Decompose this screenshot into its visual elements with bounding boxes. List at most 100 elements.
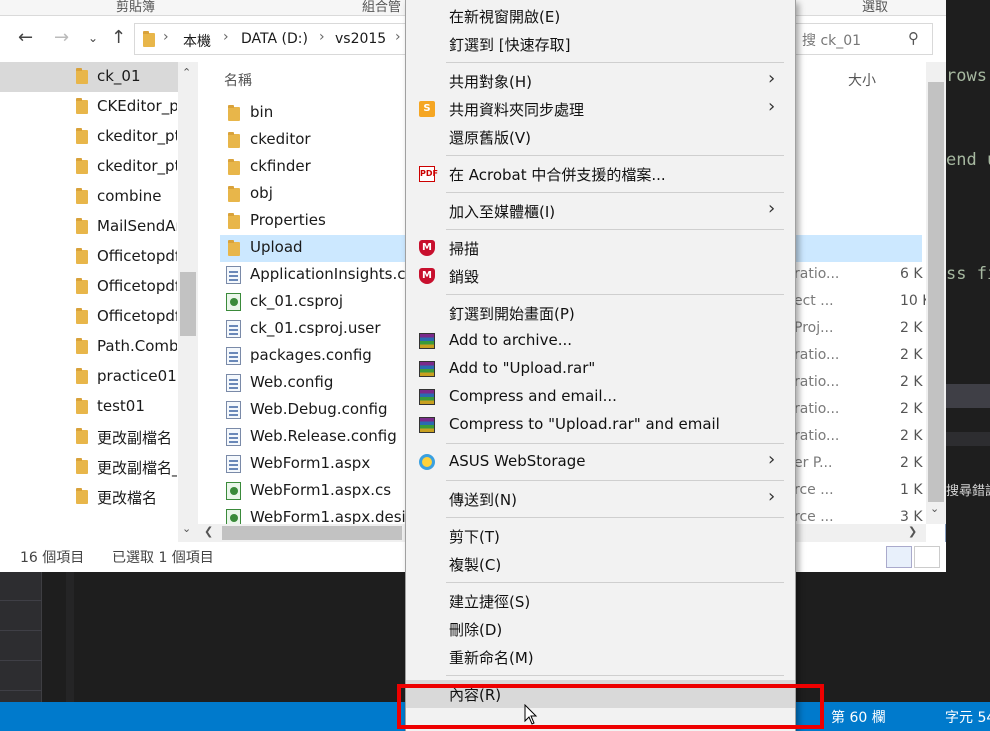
- scrollbar-thumb[interactable]: [180, 272, 196, 336]
- tree-item[interactable]: CKEditor_pt: [0, 92, 178, 122]
- scrollbar-thumb[interactable]: [222, 526, 402, 540]
- chevron-right-icon: ›: [768, 449, 776, 470]
- menu-item[interactable]: M 銷毀: [406, 262, 795, 290]
- search-box[interactable]: 搜 ck_01 ⚲: [795, 23, 933, 55]
- menu-item[interactable]: Add to "Upload.rar": [406, 355, 795, 383]
- file-name: WebForm1.aspx.desig: [250, 508, 406, 524]
- file-type: rce ...: [794, 482, 834, 498]
- menu-item[interactable]: 在新視窗開啟(E): [406, 2, 795, 30]
- ribbon-group-organize[interactable]: 組合管: [362, 0, 401, 15]
- scroll-down-icon[interactable]: ⌄: [930, 502, 939, 515]
- file-size: 1 K: [900, 482, 923, 498]
- folder-icon: [228, 159, 240, 175]
- tree-item[interactable]: 更改副檔名: [0, 422, 178, 452]
- menu-item[interactable]: M 掃描: [406, 234, 795, 262]
- tree-item[interactable]: practice01: [0, 362, 178, 392]
- menu-item-label: 釘選到 [快速存取]: [449, 36, 571, 54]
- file-name: ApplicationInsights.con: [250, 265, 406, 283]
- menu-item[interactable]: 內容(R): [406, 680, 795, 708]
- menu-item[interactable]: 釘選到開始畫面(P): [406, 299, 795, 327]
- sync-folder-icon: S: [419, 101, 435, 117]
- folder-icon: [228, 132, 240, 148]
- tree-item[interactable]: ckeditor_pt: [0, 122, 178, 152]
- tree-item[interactable]: 更改副檔名_: [0, 452, 178, 482]
- forward-arrow-icon[interactable]: →: [54, 28, 69, 48]
- file-type: ratio...: [794, 401, 840, 417]
- csharp-file-icon: [226, 293, 241, 311]
- menu-item[interactable]: 還原舊版(V): [406, 123, 795, 151]
- menu-item[interactable]: S 共用資料夾同步處理 ›: [406, 95, 795, 123]
- menu-item[interactable]: 複製(C): [406, 550, 795, 578]
- config-file-icon: [226, 374, 241, 392]
- menu-item[interactable]: ASUS WebStorage ›: [406, 448, 795, 476]
- tree-item[interactable]: ckeditor_pt: [0, 152, 178, 182]
- tree-item[interactable]: Officetopdf: [0, 242, 178, 272]
- menu-item[interactable]: Compress to "Upload.rar" and email: [406, 411, 795, 439]
- menu-item[interactable]: 建立捷徑(S): [406, 587, 795, 615]
- menu-item[interactable]: 剪下(T): [406, 522, 795, 550]
- large-icons-view-icon[interactable]: [914, 546, 940, 568]
- menu-item[interactable]: 傳送到(N) ›: [406, 485, 795, 513]
- tree-item[interactable]: ck_01: [0, 62, 178, 92]
- menu-separator: [446, 192, 784, 193]
- tree-scrollbar[interactable]: ⌃ ⌄: [178, 62, 198, 542]
- config-file-icon: [226, 347, 241, 365]
- ribbon-group-clipboard[interactable]: 剪貼簿: [116, 0, 155, 15]
- tree-item[interactable]: combine: [0, 182, 178, 212]
- tree-item[interactable]: Officetopdf: [0, 272, 178, 302]
- tree-item-label: Officetopdf: [97, 307, 177, 325]
- up-arrow-icon[interactable]: ↑: [111, 28, 126, 48]
- menu-item[interactable]: 刪除(D): [406, 615, 795, 643]
- file-type: er P...: [794, 455, 833, 471]
- menu-item[interactable]: 釘選到 [快速存取]: [406, 30, 795, 58]
- file-name: ck_01.csproj: [250, 292, 344, 310]
- scroll-down-icon[interactable]: ⌄: [182, 522, 191, 535]
- address-bar[interactable]: › 本機 › DATA (D:) › vs2015 ›: [134, 23, 406, 55]
- folder-icon: [76, 428, 88, 444]
- details-view-icon[interactable]: [886, 546, 912, 568]
- scrollbar-thumb[interactable]: [928, 82, 944, 502]
- csharp-file-icon: [226, 482, 241, 500]
- menu-item-label: 在新視窗開啟(E): [449, 8, 561, 26]
- mcafee-shield-icon: M: [419, 240, 435, 256]
- list-scrollbar[interactable]: ⌄: [926, 62, 946, 524]
- menu-item[interactable]: PDF 在 Acrobat 中合併支援的檔案...: [406, 160, 795, 188]
- folder-icon: [228, 240, 240, 256]
- folder-icon: [76, 98, 88, 114]
- chevron-right-icon[interactable]: ›: [163, 29, 169, 45]
- scroll-up-icon[interactable]: ⌃: [182, 66, 191, 79]
- config-file-icon: [226, 428, 241, 446]
- search-input[interactable]: 搜 ck_01: [802, 30, 861, 50]
- recent-chevron-icon[interactable]: ⌄: [88, 28, 98, 48]
- menu-item[interactable]: Compress and email...: [406, 383, 795, 411]
- folder-icon: [76, 158, 88, 174]
- menu-item[interactable]: 加入至媒體櫃(I) ›: [406, 197, 795, 225]
- tree-item[interactable]: test01: [0, 392, 178, 422]
- tree-item[interactable]: 更改檔名: [0, 482, 178, 512]
- breadcrumb-item[interactable]: 本機: [183, 31, 211, 51]
- tree-item[interactable]: MailSendAr: [0, 212, 178, 242]
- breadcrumb-item[interactable]: vs2015: [335, 31, 386, 47]
- chevron-right-icon[interactable]: ›: [395, 29, 401, 45]
- chevron-right-icon[interactable]: ›: [319, 29, 325, 45]
- column-header-name[interactable]: 名稱: [224, 70, 252, 90]
- file-name: ckeditor: [250, 130, 311, 148]
- menu-separator: [446, 294, 784, 295]
- menu-separator: [446, 229, 784, 230]
- menu-item[interactable]: 共用對象(H) ›: [406, 67, 795, 95]
- chevron-right-icon[interactable]: ›: [223, 29, 229, 45]
- tree-item[interactable]: Path.Combi: [0, 332, 178, 362]
- column-header-size[interactable]: 大小: [848, 70, 876, 90]
- config-file-icon: [226, 455, 241, 473]
- search-icon[interactable]: ⚲: [908, 29, 919, 47]
- scroll-left-icon[interactable]: ❮: [204, 525, 213, 538]
- tree-item-label: 更改副檔名: [97, 429, 173, 447]
- ribbon-group-select[interactable]: 選取: [862, 0, 888, 15]
- tree-item[interactable]: Officetopdf: [0, 302, 178, 332]
- ide-splitter[interactable]: [66, 572, 74, 702]
- scroll-right-icon[interactable]: ❯: [908, 525, 917, 538]
- back-arrow-icon[interactable]: ←: [18, 28, 33, 48]
- menu-item[interactable]: 重新命名(M): [406, 643, 795, 671]
- menu-item[interactable]: Add to archive...: [406, 327, 795, 355]
- breadcrumb-item[interactable]: DATA (D:): [241, 31, 308, 47]
